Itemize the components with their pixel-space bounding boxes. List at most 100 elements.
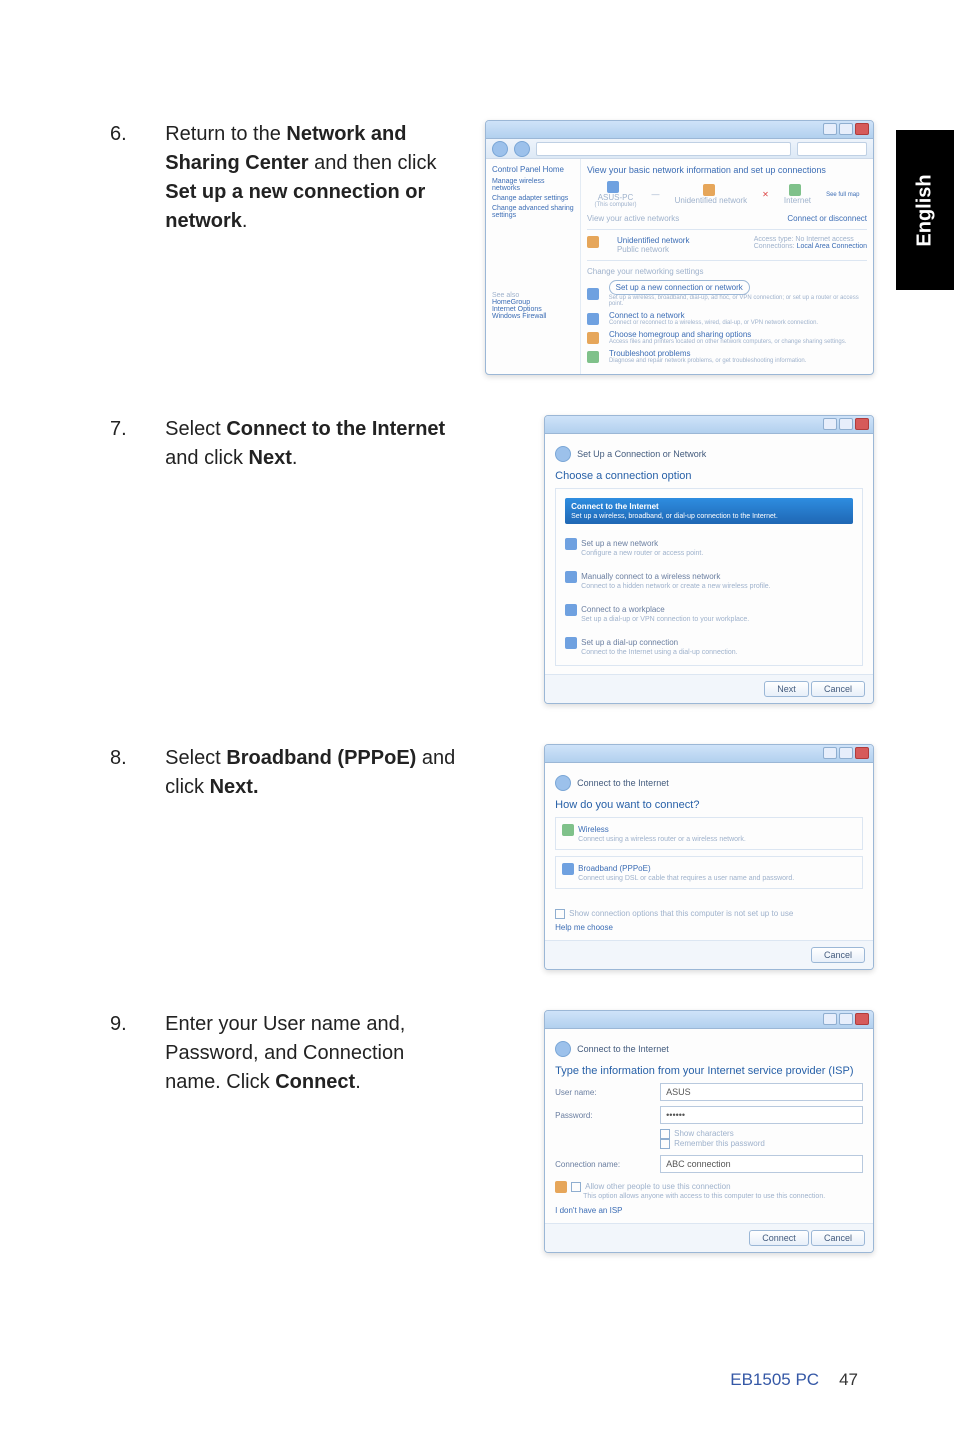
wizard-icon	[587, 288, 599, 300]
help-choose-link[interactable]: Help me choose	[555, 923, 863, 932]
window-titlebar	[486, 121, 873, 139]
step-9-text: Enter your User name and, Password, and …	[165, 1010, 456, 1253]
shield-icon	[555, 1181, 567, 1193]
globe-icon	[789, 184, 801, 196]
window-titlebar	[545, 1011, 873, 1029]
window-titlebar	[545, 745, 873, 763]
remember-password-checkbox[interactable]	[660, 1139, 670, 1149]
wifi-icon	[562, 824, 574, 836]
screenshot-network-sharing-center: Control Panel Home Manage wireless netwo…	[485, 120, 874, 375]
minimize-icon[interactable]	[823, 1013, 837, 1025]
footer-page-number: 47	[839, 1370, 858, 1389]
wizard-title: Connect to the Internet	[577, 778, 669, 788]
see-also-label: See also	[492, 292, 574, 299]
troubleshoot-link[interactable]: Troubleshoot problems	[609, 349, 806, 358]
page-footer: EB1505 PC 47	[0, 1370, 954, 1390]
connection-name-label: Connection name:	[555, 1160, 650, 1169]
screenshot-isp-credentials: Connect to the Internet Type the informa…	[544, 1010, 874, 1253]
close-icon[interactable]	[855, 747, 869, 759]
network-icon	[703, 184, 715, 196]
maximize-icon[interactable]	[839, 1013, 853, 1025]
network-icon	[587, 236, 599, 248]
see-full-map-link[interactable]: See full map	[826, 192, 859, 198]
step-8: 8. Select Broadband (PPPoE) and click Ne…	[110, 744, 874, 970]
connect-network-link[interactable]: Connect to a network	[609, 311, 818, 320]
workplace-icon	[565, 604, 577, 616]
sidebar-link[interactable]: Change adapter settings	[492, 195, 574, 202]
wizard-heading: Choose a connection option	[555, 470, 863, 482]
step-7: 7. Select Connect to the Internet and cl…	[110, 415, 874, 704]
back-icon[interactable]	[555, 446, 571, 462]
option-dialup[interactable]: Set up a dial-up connectionConnect to th…	[558, 630, 860, 663]
show-characters-checkbox[interactable]	[660, 1129, 670, 1139]
connect-button[interactable]: Connect	[749, 1230, 809, 1246]
connection-name-input[interactable]	[660, 1155, 863, 1173]
footer-model: EB1505 PC	[730, 1370, 819, 1389]
language-tab: English	[896, 130, 954, 290]
see-also-link[interactable]: HomeGroup	[492, 299, 574, 306]
username-input[interactable]	[660, 1083, 863, 1101]
cancel-button[interactable]: Cancel	[811, 681, 865, 697]
option-connect-workplace[interactable]: Connect to a workplaceSet up a dial-up o…	[558, 597, 860, 630]
allow-others-checkbox[interactable]	[571, 1182, 581, 1192]
step-6-text: Return to the Network and Sharing Center…	[165, 120, 457, 375]
dialup-icon	[565, 637, 577, 649]
minimize-icon[interactable]	[823, 123, 837, 135]
broadband-icon	[562, 863, 574, 875]
setup-new-connection-link[interactable]: Set up a new connection or network	[609, 280, 750, 295]
close-icon[interactable]	[855, 1013, 869, 1025]
option-setup-new-network[interactable]: Set up a new networkConfigure a new rout…	[558, 531, 860, 564]
maximize-icon[interactable]	[839, 123, 853, 135]
next-button[interactable]: Next	[764, 681, 809, 697]
homegroup-icon	[587, 332, 599, 344]
search-input[interactable]	[797, 142, 867, 156]
address-bar[interactable]	[536, 142, 791, 156]
cancel-button[interactable]: Cancel	[811, 1230, 865, 1246]
minimize-icon[interactable]	[823, 418, 837, 430]
wifi-icon	[565, 571, 577, 583]
sidebar-link[interactable]: Manage wireless networks	[492, 178, 574, 192]
connect-icon	[587, 313, 599, 325]
screenshot-how-connect: Connect to the Internet How do you want …	[544, 744, 874, 970]
minimize-icon[interactable]	[823, 747, 837, 759]
step-9-number: 9.	[110, 1010, 137, 1253]
option-broadband-pppoe[interactable]: Broadband (PPPoE)Connect using DSL or ca…	[555, 856, 863, 889]
back-icon[interactable]	[555, 775, 571, 791]
password-label: Password:	[555, 1111, 650, 1120]
main-heading: View your basic network information and …	[587, 165, 867, 175]
close-icon[interactable]	[855, 418, 869, 430]
language-tab-label: English	[914, 174, 937, 246]
option-manual-wireless[interactable]: Manually connect to a wireless networkCo…	[558, 564, 860, 597]
step-7-text: Select Connect to the Internet and click…	[165, 415, 456, 704]
close-icon[interactable]	[855, 123, 869, 135]
step-9: 9. Enter your User name and, Password, a…	[110, 1010, 874, 1253]
cancel-button[interactable]: Cancel	[811, 947, 865, 963]
sidebar-title: Control Panel Home	[492, 165, 574, 174]
see-also-link[interactable]: Windows Firewall	[492, 313, 574, 320]
step-7-number: 7.	[110, 415, 137, 704]
see-also-link[interactable]: Internet Options	[492, 306, 574, 313]
no-isp-link[interactable]: I don't have an ISP	[555, 1206, 863, 1215]
maximize-icon[interactable]	[839, 418, 853, 430]
homegroup-link[interactable]: Choose homegroup and sharing options	[609, 330, 846, 339]
wizard-title: Connect to the Internet	[577, 1044, 669, 1054]
step-6-number: 6.	[110, 120, 137, 375]
nav-bar	[486, 139, 873, 159]
option-connect-internet[interactable]: Connect to the InternetSet up a wireless…	[558, 491, 860, 531]
network-icon	[565, 538, 577, 550]
username-label: User name:	[555, 1088, 650, 1097]
back-icon[interactable]	[555, 1041, 571, 1057]
password-input[interactable]	[660, 1106, 863, 1124]
wizard-title: Set Up a Connection or Network	[577, 449, 706, 459]
back-icon[interactable]	[492, 141, 508, 157]
maximize-icon[interactable]	[839, 747, 853, 759]
window-titlebar	[545, 416, 873, 434]
step-6: 6. Return to the Network and Sharing Cen…	[110, 120, 874, 375]
forward-icon[interactable]	[514, 141, 530, 157]
show-more-checkbox[interactable]	[555, 909, 565, 919]
wizard-heading: How do you want to connect?	[555, 799, 863, 811]
sidebar-link[interactable]: Change advanced sharing settings	[492, 205, 574, 219]
option-wireless[interactable]: WirelessConnect using a wireless router …	[555, 817, 863, 850]
screenshot-choose-connection-option: Set Up a Connection or Network Choose a …	[544, 415, 874, 704]
troubleshoot-icon	[587, 351, 599, 363]
